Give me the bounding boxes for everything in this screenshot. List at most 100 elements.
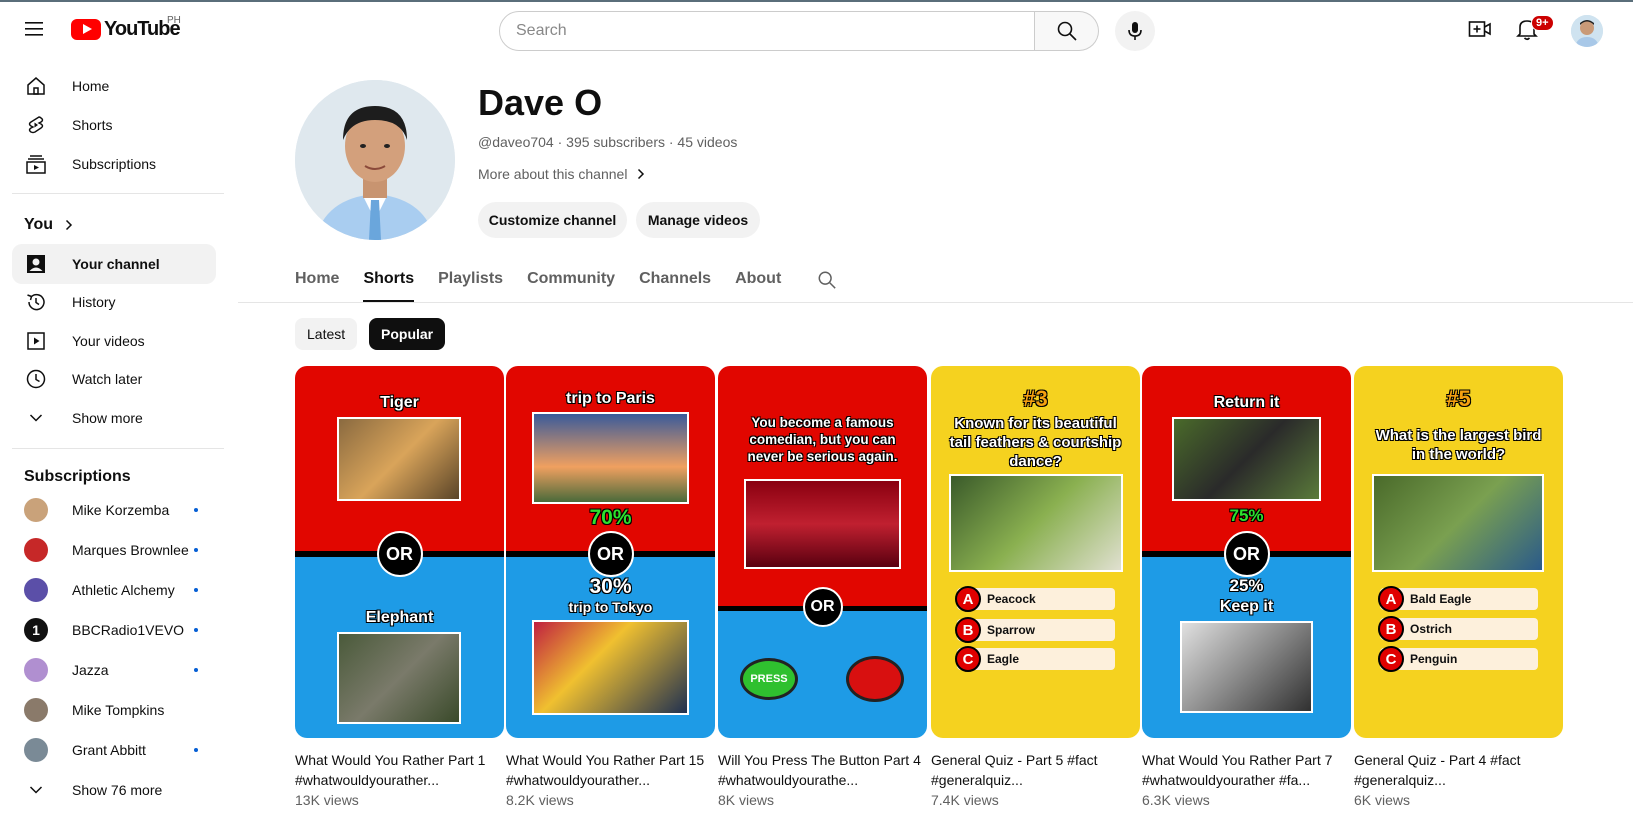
you-section-header[interactable]: You [24,216,73,234]
channel-avatar: 1 [24,618,48,642]
tokyo-image [532,620,689,715]
sidebar-item-your-videos[interactable]: Your videos [12,321,216,361]
sidebar-item-your-channel[interactable]: Your channel [12,244,216,284]
tab-playlists[interactable]: Playlists [438,258,503,302]
percent-top: 70% [589,506,632,529]
answer-option: C Penguin [1378,646,1538,672]
short-card[interactable]: trip to Paris 70% OR 30% trip to Tokyo W… [506,366,715,808]
channel-avatar [24,658,48,682]
chip-popular[interactable]: Popular [369,318,446,350]
subscription-item[interactable]: 1 BBCRadio1VEVO [12,610,216,650]
subscription-item[interactable]: Grant Abbitt [12,730,216,770]
short-title[interactable]: What Would You Rather Part 7 #whatwouldy… [1142,750,1351,790]
chevron-down-icon [24,778,48,802]
answer-letter: A [955,586,981,612]
comedian-image [744,479,901,569]
short-thumbnail[interactable]: trip to Paris 70% OR 30% trip to Tokyo [506,366,715,738]
home-icon [24,74,48,98]
sidebar-item-label: Shorts [72,117,113,133]
or-badge: OR [802,587,843,627]
create-video-button[interactable] [1468,18,1492,45]
quiz-image [1372,474,1544,572]
tab-community[interactable]: Community [527,258,615,302]
chevron-down-icon [24,406,48,430]
channel-avatar [24,498,48,522]
paris-image [532,412,689,504]
question-text: You become a famous comedian, but you ca… [747,415,898,464]
short-title[interactable]: General Quiz - Part 4 #fact #generalquiz… [1354,750,1563,790]
sidebar-divider [12,448,224,449]
sidebar-item-label: Show 76 more [72,782,163,798]
answer-letter: B [955,617,981,643]
hamburger-menu-icon[interactable] [20,16,50,42]
account-avatar[interactable] [1571,15,1603,47]
chip-label: Latest [307,326,346,342]
answer-text: Sparrow [987,623,1036,637]
sidebar: Home Shorts Subscriptions You Your chann… [0,56,230,833]
short-title[interactable]: What Would You Rather Part 15 #whatwould… [506,750,715,790]
search-button[interactable] [1035,11,1099,51]
subscription-item[interactable]: Marques Brownlee [12,530,216,570]
subscription-label: Grant Abbitt [72,742,146,758]
short-card[interactable]: Return it 75% OR 25% Keep it What Would … [1142,366,1351,808]
answer-text: Penguin [1410,652,1458,666]
tab-home[interactable]: Home [295,258,339,302]
channel-search-button[interactable] [817,258,837,302]
sidebar-item-history[interactable]: History [12,282,216,322]
subscription-label: Mike Tompkins [72,702,165,718]
short-thumbnail[interactable]: #5 What is the largest bird in the world… [1354,366,1563,738]
sidebar-item-shorts[interactable]: Shorts [12,105,216,145]
tab-channels[interactable]: Channels [639,258,711,302]
chip-latest[interactable]: Latest [295,318,358,350]
tab-shorts[interactable]: Shorts [363,258,414,302]
short-thumbnail[interactable]: You become a famous comedian, but you ca… [718,366,927,738]
you-title: You [24,216,54,233]
option-top-text: Return it [1213,394,1280,411]
sidebar-item-label: Your channel [72,256,160,272]
subscription-item[interactable]: Mike Korzemba [12,490,216,530]
tab-label: Shorts [363,270,415,287]
option-top-text: trip to Paris [566,390,655,407]
short-thumbnail[interactable]: Tiger OR Elephant [295,366,504,738]
customize-label: Customize channel [488,212,617,228]
subscription-item[interactable]: Jazza [12,650,216,690]
option-bottom-text: trip to Tokyo [568,599,653,615]
or-badge: OR [587,531,634,577]
short-thumbnail[interactable]: #3 Known for its beautiful tail feathers… [931,366,1140,738]
subscription-item[interactable]: Athletic Alchemy [12,570,216,610]
manage-videos-button[interactable]: Manage videos [636,202,760,238]
more-about-channel-link[interactable]: More about this channel [478,166,645,182]
subscription-item[interactable]: Mike Tompkins [12,690,216,730]
channel-avatar-large[interactable] [295,80,455,240]
answer-option: B Sparrow [955,617,1115,643]
percent-bottom: 25% [1229,576,1264,595]
subscriptions-icon [24,152,48,176]
subscriptions-title: Subscriptions [24,468,131,485]
sidebar-item-watch-later[interactable]: Watch later [12,359,216,399]
search-input[interactable]: Search [499,11,1035,51]
short-title[interactable]: General Quiz - Part 5 #fact #generalquiz… [931,750,1140,790]
customize-channel-button[interactable]: Customize channel [478,202,627,238]
green-press-button: PRESS [740,658,798,700]
short-card[interactable]: Tiger OR Elephant What Would You Rather … [295,366,504,808]
sidebar-item-home[interactable]: Home [12,66,216,106]
subscriptions-show-more[interactable]: Show 76 more [12,770,216,810]
sidebar-item-subscriptions[interactable]: Subscriptions [12,144,216,184]
short-card[interactable]: #3 Known for its beautiful tail feathers… [931,366,1140,808]
short-title[interactable]: Will You Press The Button Part 4 #whatwo… [718,750,927,790]
chevron-right-icon [66,219,73,231]
shorts-icon [24,113,48,137]
short-thumbnail[interactable]: Return it 75% OR 25% Keep it [1142,366,1351,738]
short-title[interactable]: What Would You Rather Part 1 #whatwouldy… [295,750,504,790]
manage-label: Manage videos [647,212,749,228]
short-views: 6.3K views [1142,792,1210,808]
answer-letter: C [1378,646,1404,672]
short-card[interactable]: You become a famous comedian, but you ca… [718,366,927,808]
voice-search-button[interactable] [1115,11,1155,51]
answer-option: B Ostrich [1378,616,1538,642]
sidebar-show-more[interactable]: Show more [12,398,216,438]
tab-about[interactable]: About [735,258,781,302]
youtube-logo[interactable]: YouTube PH [71,15,181,41]
short-card[interactable]: #5 What is the largest bird in the world… [1354,366,1563,808]
short-views: 7.4K views [931,792,999,808]
